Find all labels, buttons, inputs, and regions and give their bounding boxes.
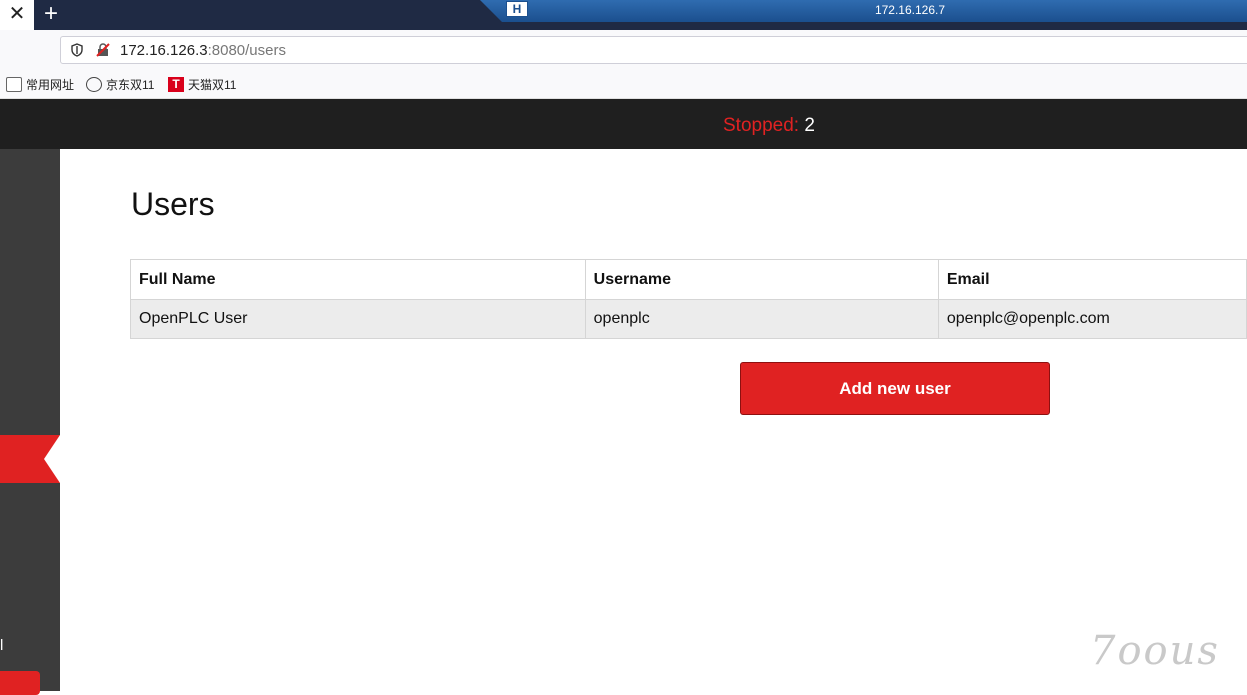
new-tab-icon[interactable]: +	[34, 0, 68, 30]
address-bar[interactable]: 172.16.126.3:8080/users	[60, 36, 1247, 64]
table-header-row: Full Name Username Email	[130, 259, 1247, 300]
shield-icon[interactable]	[70, 43, 84, 57]
pin-icon[interactable]: H	[506, 1, 528, 17]
column-header-username: Username	[584, 259, 939, 300]
page-title: Users	[131, 186, 215, 222]
column-header-full-name: Full Name	[130, 259, 586, 300]
remote-session-title: 172.16.126.7	[874, 3, 946, 17]
bookmark-jd[interactable]: 京东双11	[86, 76, 154, 93]
browser-tab-bar: ✕ + H 172.16.126.7	[0, 0, 1247, 30]
users-table: Full Name Username Email OpenPLC User op…	[130, 259, 1247, 339]
bookmark-label: 京东双11	[106, 78, 155, 92]
tmall-icon: T	[168, 77, 184, 92]
column-header-email: Email	[937, 259, 1247, 300]
bookmark-tmall[interactable]: T 天猫双11	[168, 76, 236, 93]
insecure-lock-icon[interactable]	[96, 43, 110, 57]
url-host: 172.16.126.3	[120, 42, 208, 59]
add-user-button[interactable]: Add new user	[740, 362, 1050, 415]
plc-status: Stopped: 2	[723, 115, 815, 137]
url-path: :8080/users	[207, 42, 286, 59]
status-value: 2	[804, 115, 815, 136]
active-indicator	[44, 435, 60, 483]
watermark-logo: 7oous	[1090, 628, 1220, 674]
table-row[interactable]: OpenPLC User openplc openplc@openplc.com	[130, 299, 1247, 339]
bookmark-label: 常用网址	[26, 78, 75, 92]
close-tab-icon[interactable]: ✕	[0, 0, 34, 30]
sidebar-button[interactable]	[0, 671, 40, 695]
url-text[interactable]: 172.16.126.3:8080/users	[120, 42, 286, 59]
status-label: Stopped:	[723, 115, 800, 136]
cell-email[interactable]: openplc@openplc.com	[937, 299, 1247, 339]
globe-icon	[86, 77, 102, 92]
browser-nav-bar: 172.16.126.3:8080/users	[0, 30, 1247, 70]
folder-icon	[6, 77, 22, 92]
bookmarks-bar: 常用网址 京东双11 T 天猫双11	[0, 70, 1247, 99]
app-top-bar: Stopped: 2	[0, 99, 1247, 149]
bookmark-folder[interactable]: 常用网址	[6, 76, 74, 93]
sidebar-partial-text: l	[0, 637, 4, 654]
sidebar: l	[0, 149, 60, 695]
cell-username[interactable]: openplc	[584, 299, 939, 339]
bookmark-label: 天猫双11	[188, 78, 237, 92]
cell-full-name[interactable]: OpenPLC User	[130, 299, 586, 339]
